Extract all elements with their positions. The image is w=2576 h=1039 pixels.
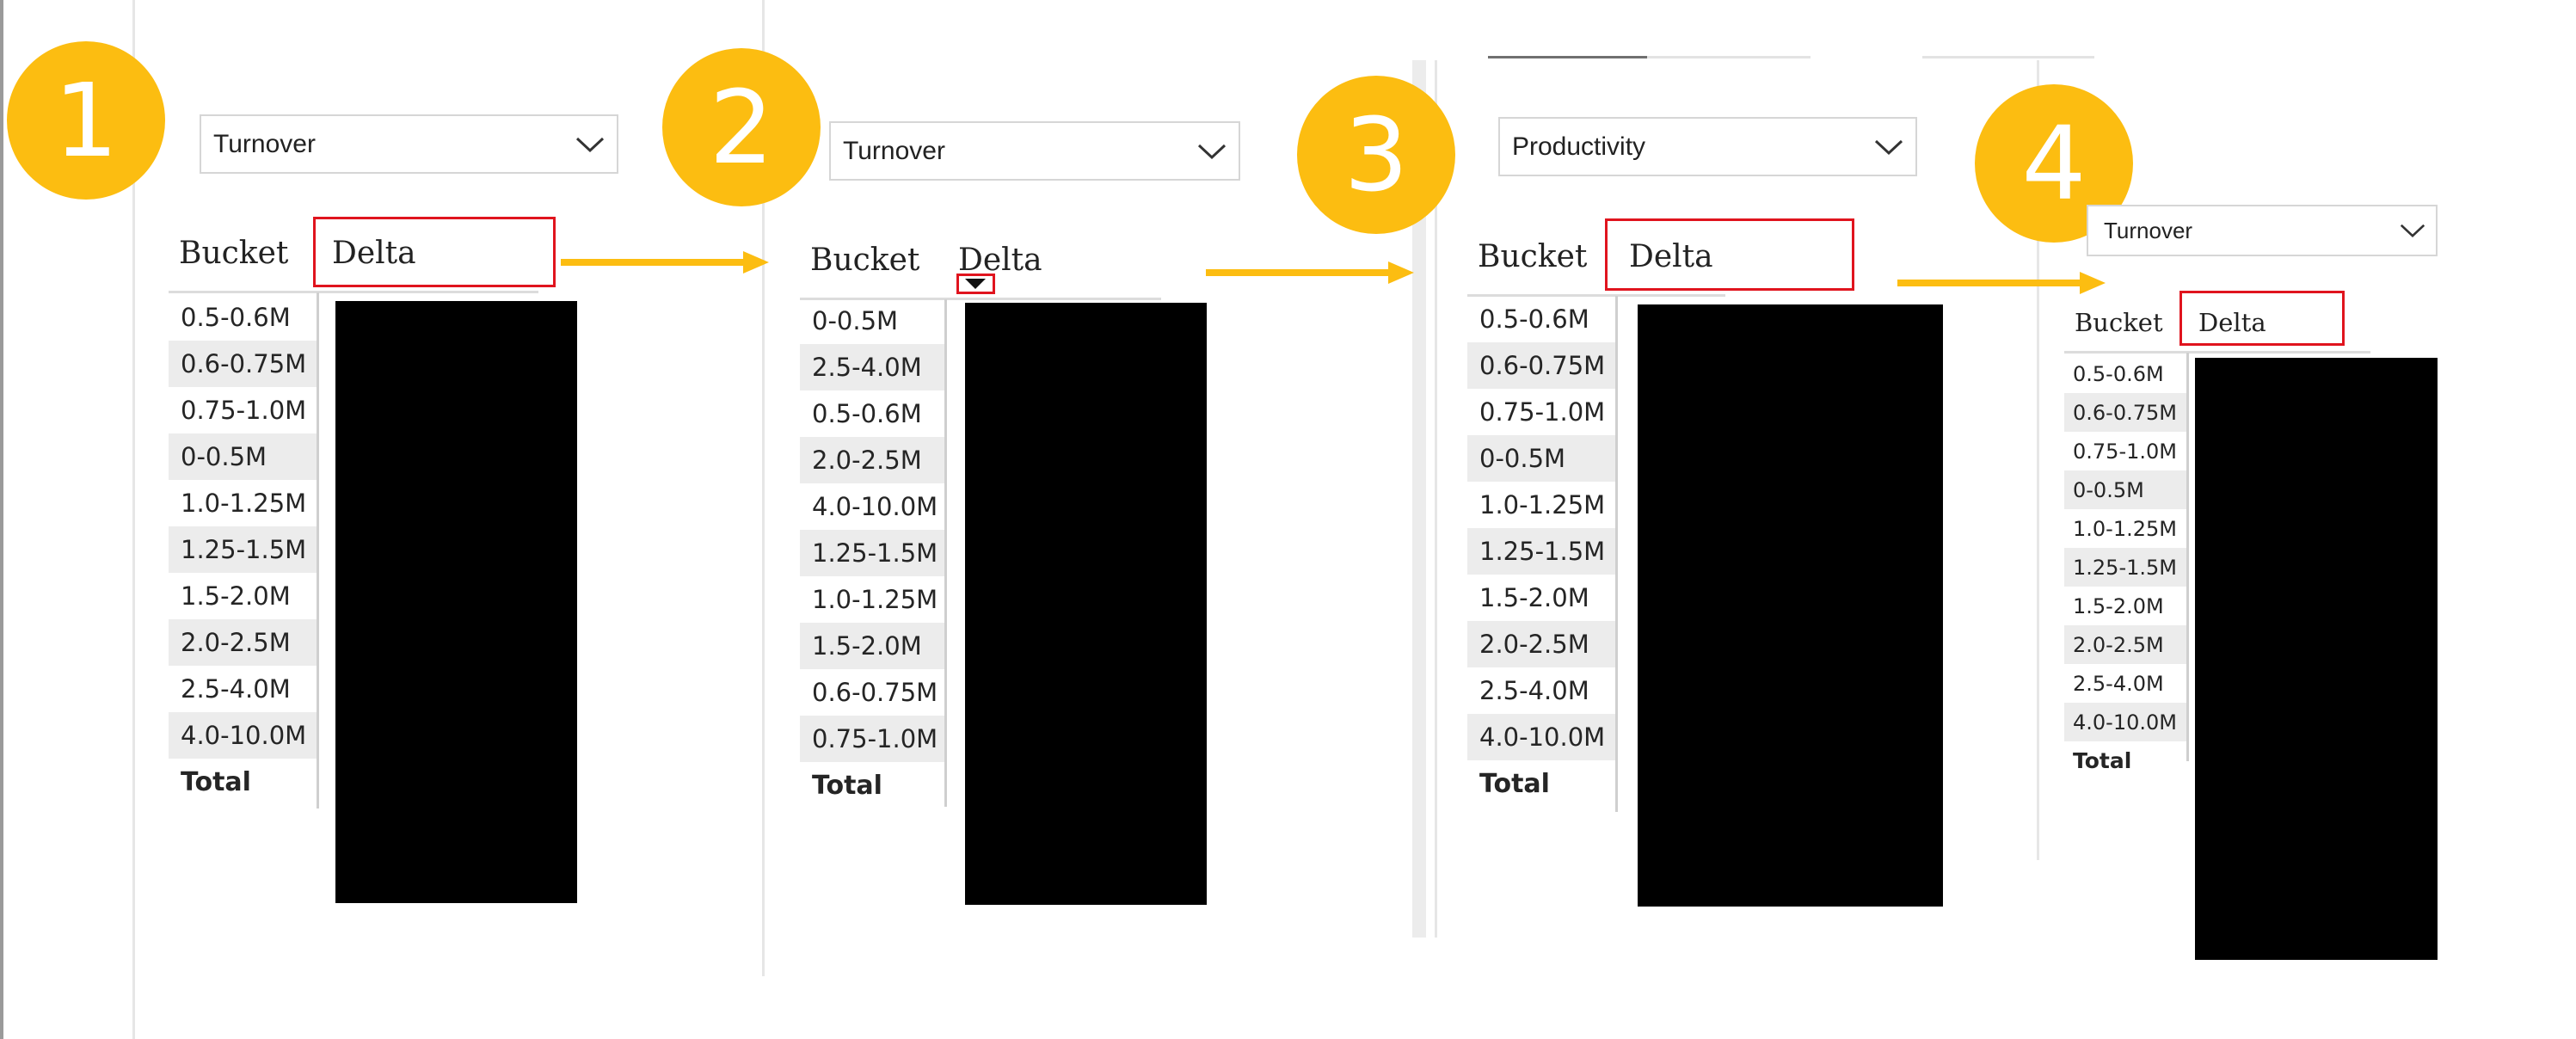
table-row[interactable]: 1.0-1.25M <box>800 576 944 623</box>
table-row[interactable]: 0.6-0.75M <box>2064 393 2186 432</box>
dropdown-value: Turnover <box>2104 217 2193 243</box>
table-row[interactable]: 0.5-0.6M <box>800 390 944 437</box>
step-number: 4 <box>2021 104 2087 223</box>
table-row[interactable]: 0.75-1.0M <box>2064 432 2186 470</box>
table-row[interactable]: 0-0.5M <box>800 298 944 344</box>
column-header-delta[interactable]: Delta <box>1629 239 1713 274</box>
table-row[interactable]: 0.75-1.0M <box>800 716 944 762</box>
column-header-delta[interactable]: Delta <box>2198 308 2266 337</box>
table-row[interactable]: 0.5-0.6M <box>1467 296 1615 342</box>
table-row[interactable]: 0.6-0.75M <box>169 341 317 387</box>
right-arrow-icon <box>1897 272 2106 294</box>
table-row[interactable]: 4.0-10.0M <box>1467 714 1615 760</box>
step-number: 3 <box>1343 95 1409 214</box>
header-rule <box>169 291 538 293</box>
bucket-rows: 0.5-0.6M 0.6-0.75M 0.75-1.0M 0-0.5M 1.0-… <box>2064 354 2186 780</box>
step-badge-3: 3 <box>1297 76 1455 234</box>
table-row[interactable]: 2.0-2.5M <box>800 437 944 483</box>
dropdown-value: Turnover <box>213 129 316 158</box>
measure-dropdown[interactable]: Productivity <box>1498 117 1917 176</box>
right-arrow-icon <box>561 251 769 274</box>
table-row[interactable]: 2.5-4.0M <box>169 666 317 712</box>
table-row[interactable]: 2.5-4.0M <box>800 344 944 390</box>
table-row[interactable]: 4.0-10.0M <box>800 483 944 530</box>
table-row[interactable]: 0.75-1.0M <box>169 387 317 433</box>
dropdown-value: Productivity <box>1512 132 1646 161</box>
table-row[interactable]: 0.5-0.6M <box>169 294 317 341</box>
total-row: Total <box>2073 748 2132 773</box>
bucket-rows: 0-0.5M 2.5-4.0M 0.5-0.6M 2.0-2.5M 4.0-10… <box>800 298 944 808</box>
window-left-edge <box>0 0 3 1039</box>
bucket-rows: 0.5-0.6M 0.6-0.75M 0.75-1.0M 0-0.5M 1.0-… <box>1467 296 1615 807</box>
chevron-down-icon <box>1197 144 1227 159</box>
table-row[interactable]: 1.0-1.25M <box>169 480 317 526</box>
table-row[interactable]: 0-0.5M <box>1467 435 1615 482</box>
redacted-values <box>2195 358 2438 960</box>
column-header-bucket[interactable]: Bucket <box>179 236 288 271</box>
step-badge-1: 1 <box>7 41 165 200</box>
sort-descending-icon[interactable] <box>963 277 987 291</box>
table-row[interactable]: 1.5-2.0M <box>169 573 317 619</box>
column-separator <box>2186 353 2189 761</box>
tab-fragment <box>1488 56 1647 58</box>
bucket-rows: 0.5-0.6M 0.6-0.75M 0.75-1.0M 0-0.5M 1.0-… <box>169 294 317 805</box>
table-row[interactable]: 1.5-2.0M <box>1467 575 1615 621</box>
table-row[interactable]: 2.5-4.0M <box>1467 667 1615 714</box>
table-row[interactable]: 2.5-4.0M <box>2064 664 2186 703</box>
measure-dropdown[interactable]: Turnover <box>2087 205 2438 256</box>
table-row[interactable]: 1.25-1.5M <box>800 530 944 576</box>
total-row: Total <box>181 766 251 797</box>
column-separator <box>317 292 319 808</box>
dropdown-value: Turnover <box>843 136 945 165</box>
column-header-bucket[interactable]: Bucket <box>2075 308 2163 337</box>
table-row[interactable]: 4.0-10.0M <box>169 712 317 759</box>
table-row[interactable]: 2.0-2.5M <box>1467 621 1615 667</box>
redacted-values <box>335 301 577 903</box>
chevron-down-icon <box>2400 224 2425 237</box>
table-row[interactable]: 0.75-1.0M <box>1467 389 1615 435</box>
table-row[interactable]: 1.5-2.0M <box>2064 587 2186 625</box>
table-row[interactable]: 1.0-1.25M <box>1467 482 1615 528</box>
right-arrow-icon <box>1206 261 1414 284</box>
table-row[interactable]: 2.0-2.5M <box>169 619 317 666</box>
table-row[interactable]: 0.6-0.75M <box>1467 342 1615 389</box>
table-row[interactable]: 2.0-2.5M <box>2064 625 2186 664</box>
step-number: 1 <box>53 61 119 180</box>
step-number: 2 <box>709 68 774 187</box>
total-row: Total <box>1479 768 1550 799</box>
table-row[interactable]: 1.0-1.25M <box>2064 509 2186 548</box>
table-row[interactable]: 1.5-2.0M <box>800 623 944 669</box>
column-separator <box>1615 296 1618 812</box>
measure-dropdown[interactable]: Turnover <box>200 114 618 174</box>
table-row[interactable]: 0-0.5M <box>2064 470 2186 509</box>
step-badge-2: 2 <box>662 48 821 206</box>
column-header-bucket[interactable]: Bucket <box>1478 239 1587 274</box>
table-row[interactable]: 0.5-0.6M <box>2064 354 2186 393</box>
chevron-down-icon <box>575 137 605 152</box>
table-row[interactable]: 1.25-1.5M <box>169 526 317 573</box>
column-separator <box>944 299 947 807</box>
total-row: Total <box>812 770 882 801</box>
table-row[interactable]: 0-0.5M <box>169 433 317 480</box>
redacted-values <box>1638 304 1943 907</box>
column-header-delta[interactable]: Delta <box>958 243 1042 278</box>
table-row[interactable]: 1.25-1.5M <box>1467 528 1615 575</box>
table-row[interactable]: 1.25-1.5M <box>2064 548 2186 587</box>
tab-fragment <box>1922 56 2094 58</box>
column-header-bucket[interactable]: Bucket <box>810 243 919 278</box>
measure-dropdown[interactable]: Turnover <box>829 121 1240 181</box>
tab-fragment <box>1647 56 1811 58</box>
column-header-delta[interactable]: Delta <box>332 236 416 271</box>
chevron-down-icon <box>1874 139 1903 155</box>
table-row[interactable]: 0.6-0.75M <box>800 669 944 716</box>
header-rule <box>2064 351 2370 354</box>
redacted-values <box>965 303 1207 905</box>
table-row[interactable]: 4.0-10.0M <box>2064 703 2186 741</box>
